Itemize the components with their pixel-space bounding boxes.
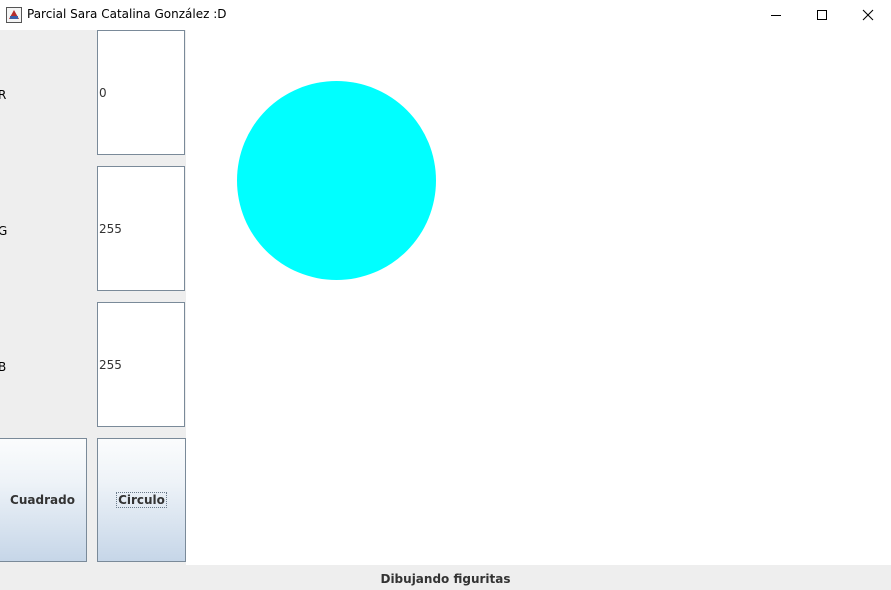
close-button[interactable] [845,0,891,30]
window-title: Parcial Sara Catalina González :D [27,7,227,21]
r-label: R [0,88,7,102]
b-field-box [97,302,185,427]
circle-button[interactable]: Circulo [97,438,186,562]
maximize-button[interactable] [799,0,845,30]
r-field-box [97,30,185,155]
g-field-box [97,166,185,291]
java-app-icon [6,7,22,23]
b-label: B [0,360,7,374]
g-label: G [0,224,8,238]
r-input[interactable] [98,31,184,154]
minimize-button[interactable] [753,0,799,30]
circle-button-label: Circulo [116,492,167,508]
b-input[interactable] [98,303,184,426]
square-button[interactable]: Cuadrado [0,438,87,562]
maximize-icon [817,10,827,20]
minimize-icon [771,15,781,16]
status-text: Dibujando figuritas [380,572,511,586]
title-bar: Parcial Sara Catalina González :D [0,0,891,30]
close-icon [862,9,874,21]
drawing-canvas[interactable] [186,30,891,565]
status-bar: Dibujando figuritas [0,565,891,590]
g-input[interactable] [98,167,184,290]
drawn-circle [237,81,436,280]
